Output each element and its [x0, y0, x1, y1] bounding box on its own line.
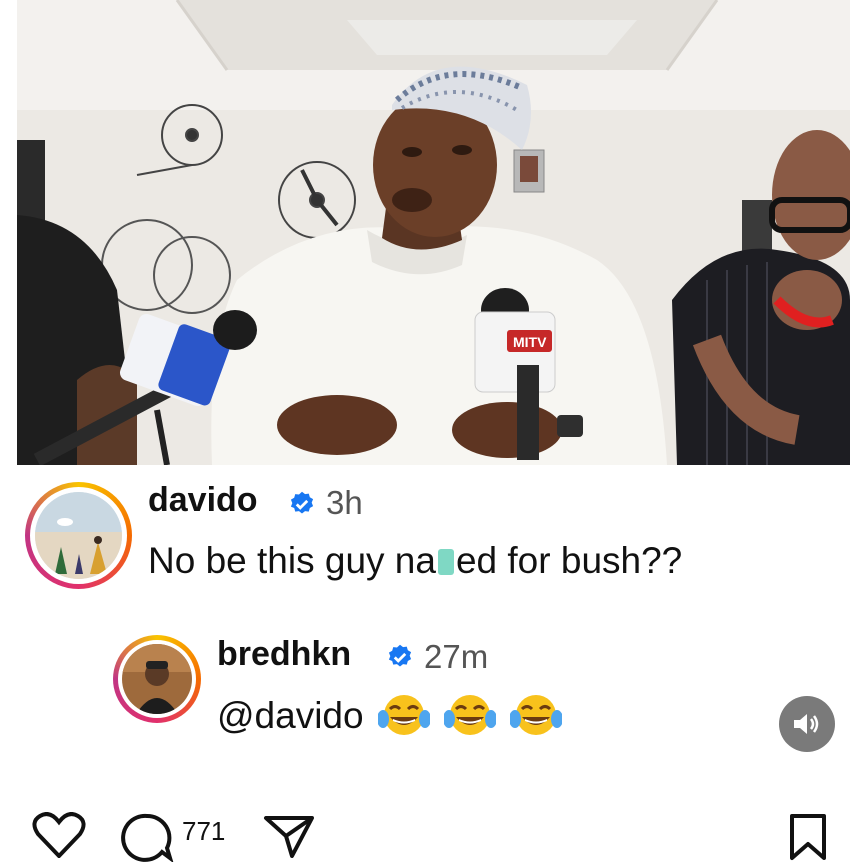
- reply-text: @davido: [217, 693, 562, 739]
- comment-icon[interactable]: [120, 812, 174, 862]
- tears-of-joy-emoji-icon: [377, 695, 430, 735]
- avatar-bredhkn[interactable]: [122, 644, 192, 714]
- tears-of-joy-emoji-icon: [443, 695, 496, 735]
- reply-mention[interactable]: @davido: [217, 695, 364, 737]
- comment-text-part2: ed for bush??: [455, 540, 683, 581]
- avatar-davido[interactable]: [35, 492, 122, 579]
- verified-badge-icon: [290, 491, 314, 514]
- comment-text-part1: No be this guy na: [148, 540, 436, 581]
- mic-brand-label: MITV: [513, 334, 547, 350]
- speaker-icon: [794, 714, 819, 734]
- comment-timestamp: 3h: [326, 484, 363, 521]
- bookmark-icon[interactable]: [786, 812, 830, 862]
- tears-of-joy-emoji-icon: [509, 695, 562, 735]
- verified-badge-icon: [388, 644, 412, 667]
- comment-text: No be this guy na ed for bush??: [148, 540, 682, 582]
- reply-timestamp: 27m: [424, 638, 489, 675]
- video-player[interactable]: MITV: [17, 0, 850, 465]
- comment-count: 771: [182, 816, 226, 846]
- emoji-row: [372, 693, 562, 739]
- heart-icon[interactable]: [32, 812, 86, 858]
- comment-username[interactable]: davido: [148, 481, 258, 520]
- share-icon[interactable]: [262, 812, 316, 858]
- audio-toggle-button[interactable]: [779, 696, 835, 752]
- reply-username[interactable]: bredhkn: [217, 635, 351, 674]
- video-frame-scene: MITV: [17, 0, 850, 465]
- post-action-bar: 771: [0, 800, 866, 862]
- censor-mark: [437, 549, 454, 575]
